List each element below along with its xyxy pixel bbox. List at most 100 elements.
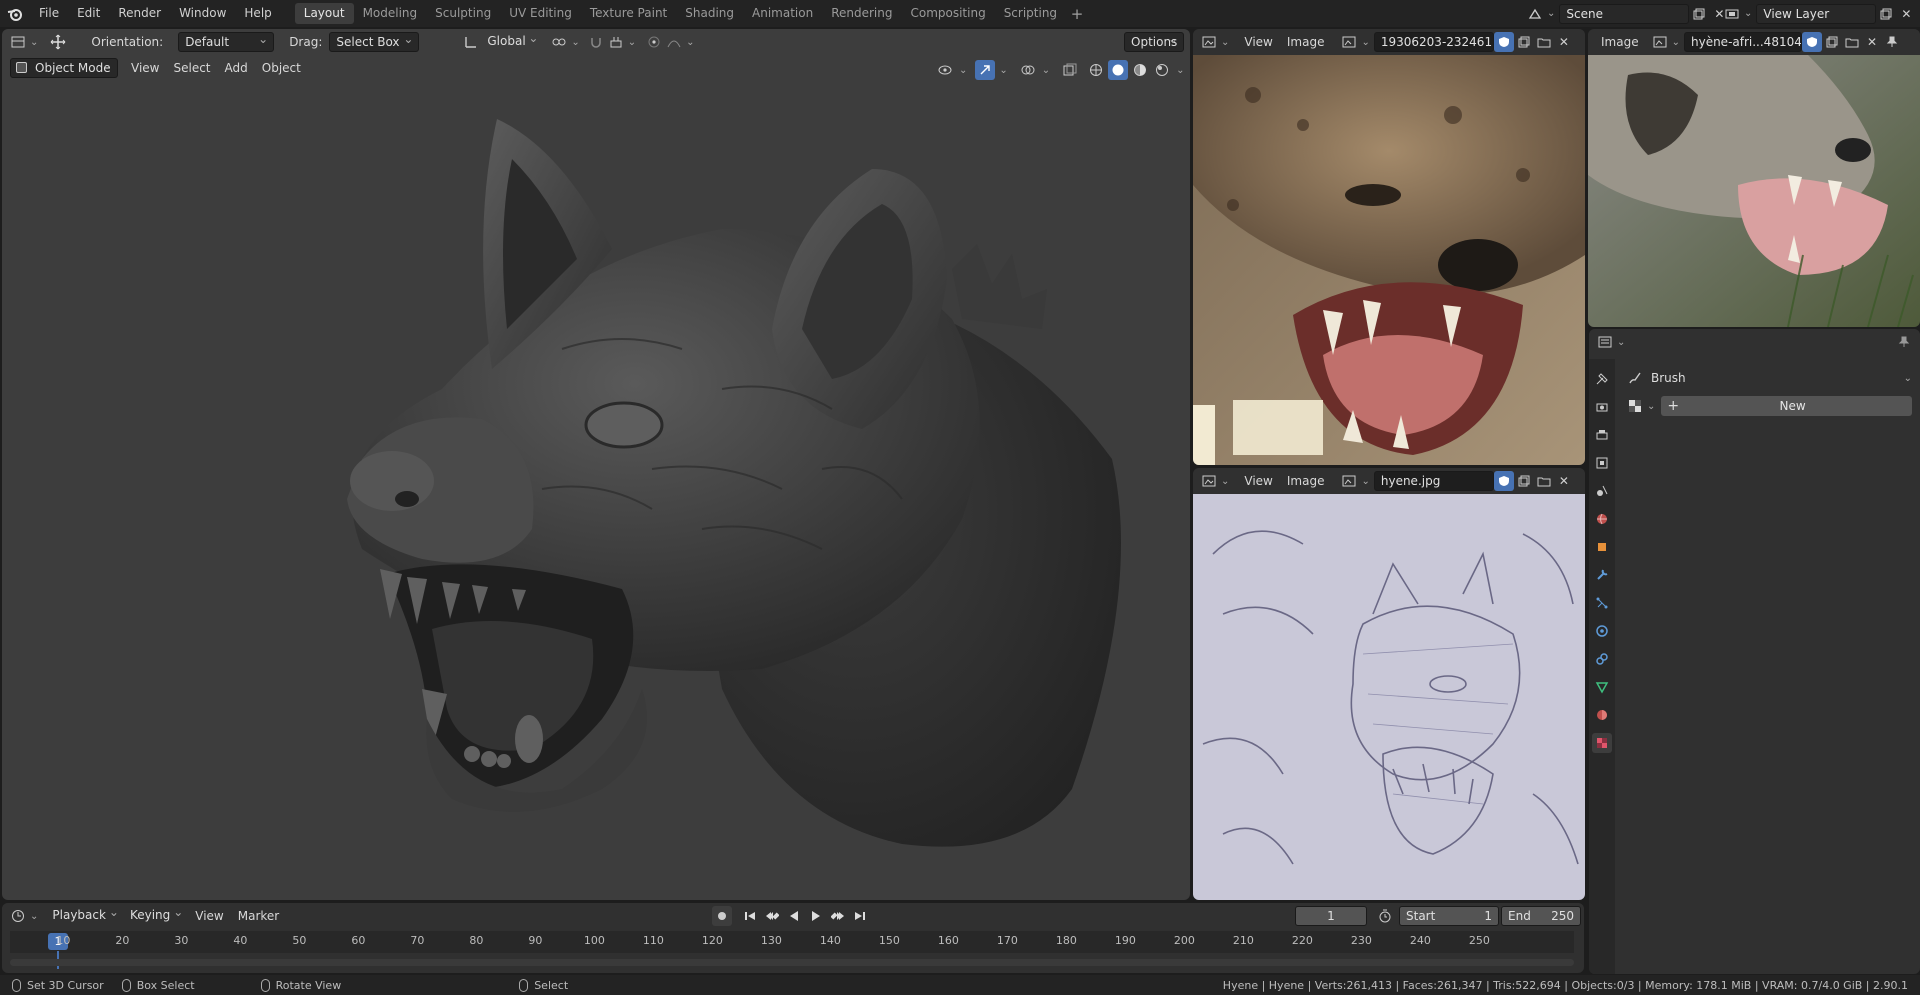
properties-pin-icon[interactable] [1894, 332, 1914, 352]
image-name-field-2[interactable]: hyène-afri...48104.jpg [1683, 32, 1802, 52]
data-tab-icon[interactable] [1592, 677, 1612, 697]
ruler-tick-label: 130 [760, 934, 782, 947]
render-tab-icon[interactable] [1592, 397, 1612, 417]
new-image-icon-3[interactable] [1514, 471, 1534, 491]
physics-tab-icon[interactable] [1592, 621, 1612, 641]
3d-viewport[interactable]: ⌄ Orientation: Default Drag: Select Box … [2, 29, 1190, 900]
playback-controls [712, 906, 870, 926]
new-view-layer-icon[interactable] [1876, 4, 1896, 24]
image-editor-3[interactable]: ⌄ View Image ⌄ hyene.jpg ✕ [1193, 468, 1585, 900]
new-image-icon[interactable] [1514, 32, 1534, 52]
tab-modeling[interactable]: Modeling [354, 3, 427, 24]
status-right-label: Select [534, 978, 569, 992]
tab-uv-editing[interactable]: UV Editing [500, 3, 581, 24]
material-tab-icon[interactable] [1592, 705, 1612, 725]
fake-user-shield-icon-3[interactable] [1493, 471, 1514, 491]
add-workspace-icon[interactable]: + [1066, 5, 1088, 23]
modifier-tab-icon[interactable] [1592, 565, 1612, 585]
new-scene-icon[interactable] [1689, 4, 1709, 24]
browse-image-icon-2[interactable] [1650, 32, 1670, 52]
delete-view-layer-icon[interactable]: ✕ [1896, 4, 1916, 24]
tab-layout[interactable]: Layout [294, 3, 354, 24]
scene-icon[interactable] [1525, 4, 1545, 24]
menu-edit[interactable]: Edit [68, 0, 109, 27]
open-folder-icon-3[interactable] [1534, 471, 1554, 491]
open-folder-icon[interactable] [1534, 32, 1554, 52]
start-frame-field[interactable]: Start 1 [1399, 906, 1499, 926]
timeline-menu-marker[interactable]: Marker [231, 906, 286, 926]
new-texture-button[interactable]: + New [1661, 396, 1912, 416]
menu-file[interactable]: File [30, 0, 68, 27]
menu-window[interactable]: Window [170, 0, 235, 27]
tab-rendering[interactable]: Rendering [822, 3, 901, 24]
fake-user-shield-icon[interactable] [1493, 32, 1514, 52]
image-editor-2[interactable]: Image ⌄ hyène-afri...48104.jpg ✕ [1588, 29, 1920, 327]
view-layer-field[interactable]: View Layer [1756, 3, 1877, 24]
keying-menu[interactable]: Keying [124, 903, 188, 926]
image-editor-3-menu-image[interactable]: Image [1280, 471, 1332, 491]
jump-start-icon[interactable] [740, 906, 760, 926]
unlink-image-icon-3[interactable]: ✕ [1554, 471, 1574, 491]
jump-end-icon[interactable] [850, 906, 870, 926]
image-editor-type-icon-3[interactable] [1199, 471, 1219, 491]
hyena-sculpt-model[interactable] [2, 29, 1190, 900]
constraints-tab-icon[interactable] [1592, 649, 1612, 669]
image-editor-2-menu-image[interactable]: Image [1594, 32, 1646, 52]
scene-tab-icon[interactable] [1592, 481, 1612, 501]
image-editor-3-menu-view[interactable]: View [1237, 471, 1279, 491]
menu-help[interactable]: Help [235, 0, 280, 27]
prev-keyframe-icon[interactable] [762, 906, 782, 926]
browse-image-icon[interactable] [1339, 32, 1359, 52]
end-frame-field[interactable]: End 250 [1501, 906, 1581, 926]
texture-tab-icon[interactable] [1592, 733, 1612, 753]
preview-range-clock-icon[interactable] [1375, 906, 1395, 926]
view-layer-tab-icon[interactable] [1592, 453, 1612, 473]
image-name-field[interactable]: 19306203-232461... [1373, 32, 1494, 52]
image-name-field-3[interactable]: hyene.jpg [1373, 471, 1494, 491]
frame-ruler[interactable]: 1 10 20 30 40 50 60 70 80 90 100 110 120 130 140 150 160… [10, 931, 1574, 969]
brush-dropdown-chevron-icon[interactable]: ⌄ [1904, 373, 1912, 384]
image-editor-1[interactable]: ⌄ View Image ⌄ 19306203-232461... ✕ [1193, 29, 1585, 465]
tab-texture-paint[interactable]: Texture Paint [581, 3, 676, 24]
fake-user-shield-icon-2[interactable] [1801, 32, 1822, 52]
current-frame-field[interactable]: 1 [1295, 906, 1367, 926]
image-editor-type-icon[interactable] [1199, 32, 1219, 52]
menu-render[interactable]: Render [109, 0, 170, 27]
open-folder-icon-2[interactable] [1842, 32, 1862, 52]
brush-panel[interactable]: Brush ⌄ [1625, 367, 1912, 389]
tab-animation[interactable]: Animation [743, 3, 822, 24]
properties-editor-type-icon[interactable] [1595, 332, 1615, 352]
next-keyframe-icon[interactable] [828, 906, 848, 926]
brush-icon [1625, 368, 1645, 388]
tool-tab-icon[interactable] [1592, 369, 1612, 389]
particles-tab-icon[interactable] [1592, 593, 1612, 613]
tab-sculpting[interactable]: Sculpting [426, 3, 500, 24]
texture-browse-icon[interactable] [1625, 396, 1645, 416]
unlink-image-icon-2[interactable]: ✕ [1862, 32, 1882, 52]
browse-image-icon-3[interactable] [1339, 471, 1359, 491]
unlink-image-icon[interactable]: ✕ [1554, 32, 1574, 52]
ruler-tick-label: 20 [115, 934, 130, 947]
pin-icon[interactable] [1882, 32, 1902, 52]
timeline-scrollbar[interactable] [10, 959, 1574, 966]
view-layer-icon[interactable] [1722, 4, 1742, 24]
image-editor-1-menu-image[interactable]: Image [1280, 32, 1332, 52]
object-tab-icon[interactable] [1592, 537, 1612, 557]
status-middle-label: Rotate View [275, 978, 342, 992]
scene-name-field[interactable]: Scene [1559, 3, 1690, 24]
image-editor-1-menu-view[interactable]: View [1237, 32, 1279, 52]
record-icon[interactable] [712, 906, 732, 926]
world-tab-icon[interactable] [1592, 509, 1612, 529]
play-reverse-icon[interactable] [784, 906, 804, 926]
new-image-icon-2[interactable] [1822, 32, 1842, 52]
timeline-editor-type-icon[interactable] [8, 906, 28, 926]
playback-menu[interactable]: Playback [46, 903, 124, 926]
timeline-menu-view[interactable]: View [188, 906, 230, 926]
timeline-editor[interactable]: ⌄ Playback Keying View Marker [2, 903, 1584, 973]
blender-logo-icon[interactable] [0, 0, 30, 27]
output-tab-icon[interactable] [1592, 425, 1612, 445]
play-icon[interactable] [806, 906, 826, 926]
tab-compositing[interactable]: Compositing [901, 3, 994, 24]
tab-scripting[interactable]: Scripting [995, 3, 1066, 24]
tab-shading[interactable]: Shading [676, 3, 743, 24]
